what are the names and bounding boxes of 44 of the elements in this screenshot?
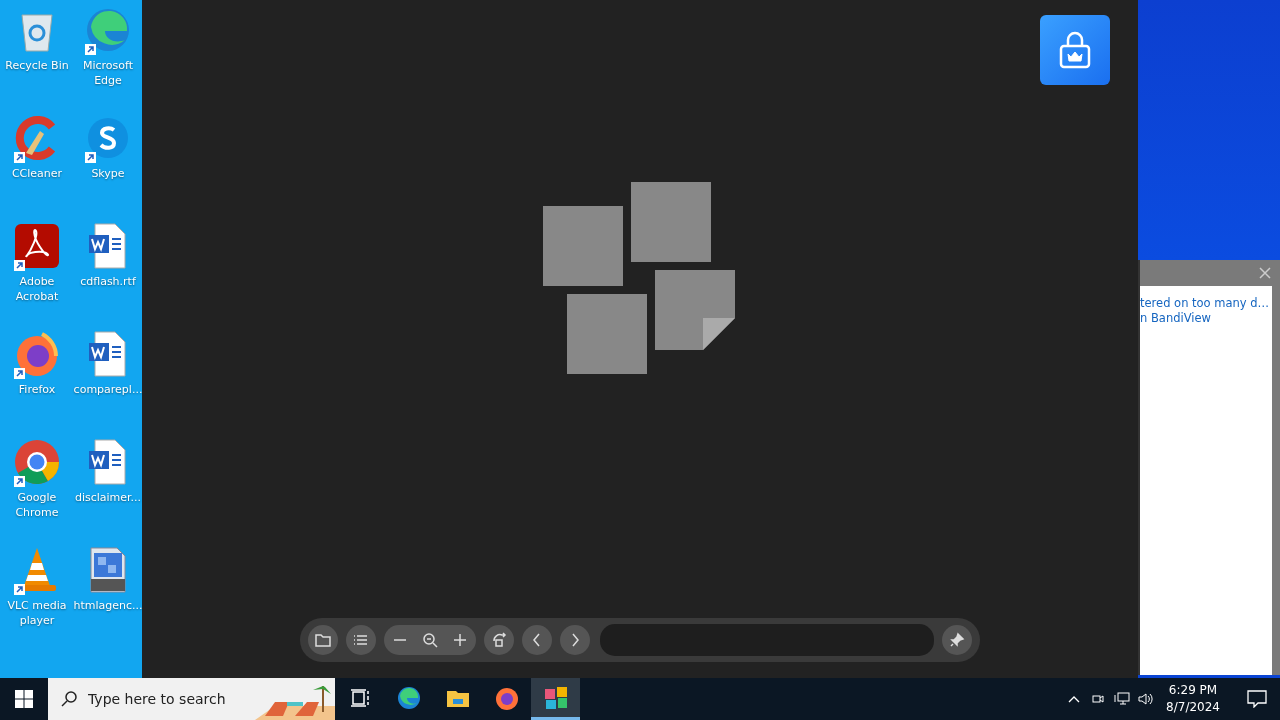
edge-icon <box>395 684 422 711</box>
desktop-icon-label[interactable]: VLC media player <box>1 598 73 628</box>
taskbar-app-button[interactable] <box>531 678 580 720</box>
rotate-button[interactable] <box>484 625 514 655</box>
chrome-icon <box>12 437 62 487</box>
desktop-icon-label[interactable]: comparepl... <box>73 382 143 397</box>
minus-icon <box>393 639 407 641</box>
windows-logo-icon <box>15 690 33 708</box>
desktop-icon-label[interactable]: Recycle Bin <box>5 58 69 73</box>
rotate-icon <box>490 631 508 649</box>
speech-bubble-icon <box>1247 690 1267 708</box>
pin-button[interactable] <box>942 625 972 655</box>
camera-icon <box>1091 692 1106 706</box>
path-field[interactable] <box>600 624 934 656</box>
desktop-icon-label[interactable]: htmlagenc... <box>73 598 143 613</box>
app-icon <box>542 684 569 711</box>
popup-text: n BandiView <box>1140 311 1212 326</box>
close-icon[interactable] <box>1258 266 1272 280</box>
pdf-icon <box>12 221 62 271</box>
desktop-icon-label[interactable]: Firefox <box>18 382 56 397</box>
chevron-up-icon <box>1068 695 1081 703</box>
network-icon <box>1114 692 1131 706</box>
desktop-icon-label[interactable]: cdflash.rtf <box>80 274 136 289</box>
search-icon <box>60 690 78 708</box>
magnifier-icon <box>421 631 439 649</box>
speaker-icon <box>1137 692 1156 706</box>
popup-text: tered on too many d… <box>1140 296 1271 311</box>
next-button[interactable] <box>560 625 590 655</box>
store-button[interactable] <box>1040 15 1110 85</box>
clock-date[interactable]: 8/7/2024 <box>1166 699 1220 716</box>
desktop-icon-label[interactable]: Skype <box>91 166 125 181</box>
folder-icon <box>314 631 332 649</box>
desktop-icon-label[interactable]: Microsoft Edge <box>74 58 142 88</box>
list-button[interactable] <box>346 625 376 655</box>
pin-icon <box>948 631 966 649</box>
lock-crown-icon <box>1058 31 1092 69</box>
plus-icon <box>451 631 469 649</box>
desktop-icon-label[interactable]: Adobe Acrobat <box>1 274 73 304</box>
clock-time[interactable]: 6:29 PM <box>1168 682 1218 699</box>
open-folder-button[interactable] <box>308 625 338 655</box>
desktop-icon-label[interactable]: CCleaner <box>11 166 63 181</box>
desktop-icon-label[interactable]: Google Chrome <box>1 490 73 520</box>
desktop-icon-label[interactable]: disclaimer... <box>74 490 142 505</box>
previous-button[interactable] <box>522 625 552 655</box>
